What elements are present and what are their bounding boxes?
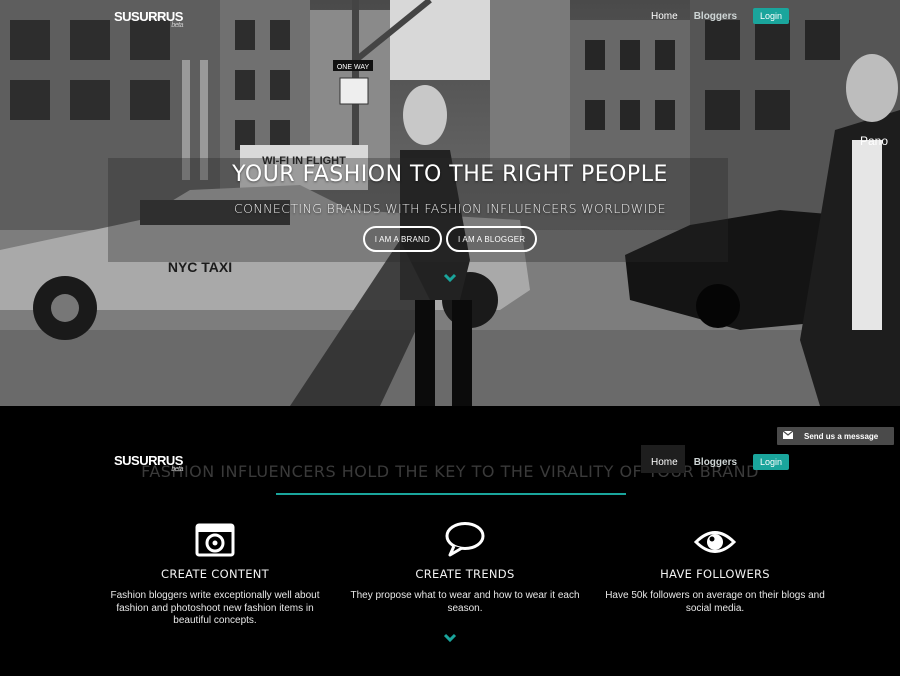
section-divider xyxy=(276,493,626,495)
hero-cta-group: I AM A BRAND I AM A BLOGGER xyxy=(0,226,900,252)
brand-logo[interactable]: SUSURRUS beta xyxy=(114,9,183,29)
send-message-button[interactable]: Send us a message xyxy=(777,427,894,445)
envelope-icon xyxy=(782,430,794,441)
feature-text: Have 50k followers on average on their b… xyxy=(605,590,825,614)
sticky-login-button[interactable]: Login xyxy=(753,454,790,470)
feature-have-followers: HAVE FOLLOWERS Have 50k followers on ave… xyxy=(600,519,830,628)
sticky-nav-bloggers-link[interactable]: Bloggers xyxy=(686,457,745,468)
feature-text: Fashion bloggers write exceptionally wel… xyxy=(110,590,320,626)
sticky-nav-home-link[interactable]: Home xyxy=(643,457,686,468)
feature-title: CREATE CONTENT xyxy=(160,567,269,581)
feature-create-trends: CREATE TRENDS They propose what to wear … xyxy=(350,519,580,628)
i-am-a-brand-button[interactable]: I AM A BRAND xyxy=(362,226,443,252)
brand-tag: beta xyxy=(171,22,183,29)
nav-bloggers-link[interactable]: Bloggers xyxy=(686,11,745,22)
eye-icon xyxy=(600,519,830,557)
top-navbar: Home Bloggers Login xyxy=(643,8,790,24)
sticky-brand-logo[interactable]: SUSURRUS beta xyxy=(114,453,183,473)
one-way-sign: ONE WAY xyxy=(337,64,370,71)
hero-section: ONE WAY WI-FI IN FLIGHT NYC TAXI Pano SU… xyxy=(0,0,900,406)
nav-home-link[interactable]: Home xyxy=(643,11,686,22)
hero-subtitle: CONNECTING BRANDS WITH FASHION INFLUENCE… xyxy=(234,201,666,216)
store-sign: Pano xyxy=(860,134,888,148)
feature-title: HAVE FOLLOWERS xyxy=(660,567,770,581)
scroll-down-chevron-icon[interactable] xyxy=(443,273,457,283)
send-message-label: Send us a message xyxy=(804,431,879,441)
login-button[interactable]: Login xyxy=(753,8,790,24)
hero-title: YOUR FASHION TO THE RIGHT PEOPLE xyxy=(232,162,668,187)
sticky-navbar: Home Bloggers Login xyxy=(643,454,790,470)
features-row: CREATE CONTENT Fashion bloggers write ex… xyxy=(100,519,830,628)
camera-icon xyxy=(100,519,330,557)
feature-create-content: CREATE CONTENT Fashion bloggers write ex… xyxy=(100,519,330,628)
feature-title: CREATE TRENDS xyxy=(415,567,515,581)
features-section: FASHION INFLUENCERS HOLD THE KEY TO THE … xyxy=(0,406,900,676)
sticky-brand-tag: beta xyxy=(171,466,183,473)
i-am-a-blogger-button[interactable]: I AM A BLOGGER xyxy=(446,226,538,252)
chat-bubble-icon xyxy=(350,519,580,557)
feature-text: They propose what to wear and how to wea… xyxy=(350,590,580,614)
scroll-down-chevron-icon[interactable] xyxy=(443,633,457,643)
